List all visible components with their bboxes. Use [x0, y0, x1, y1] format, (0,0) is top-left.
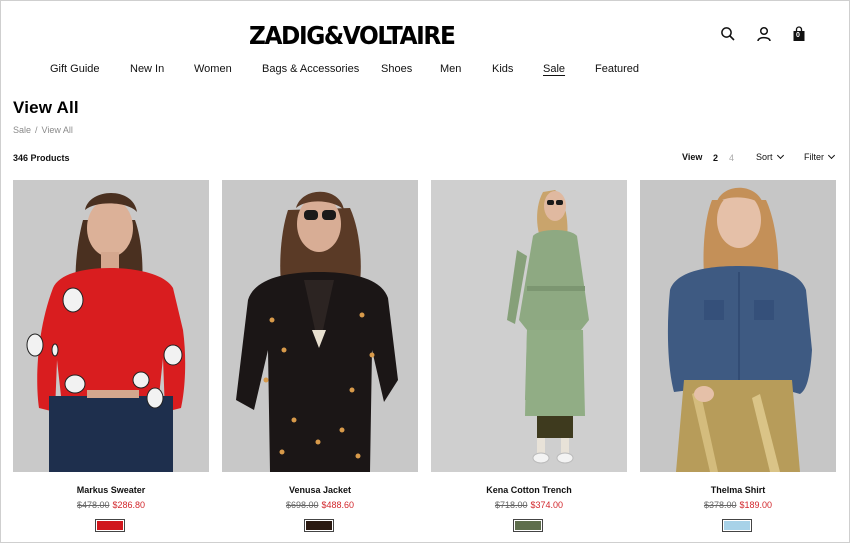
- chevron-down-icon: [827, 151, 836, 160]
- breadcrumb-sale[interactable]: Sale: [13, 125, 31, 135]
- nav-women[interactable]: Women: [194, 63, 232, 75]
- product-price: $378.00 $189.00: [640, 500, 836, 510]
- sale-price: $488.60: [321, 500, 355, 510]
- main-nav: Gift Guide New In Women Bags & Accessori…: [0, 63, 850, 79]
- product-card[interactable]: Venusa Jacket $698.00 $488.60: [222, 180, 418, 532]
- product-name[interactable]: Venusa Jacket: [222, 485, 418, 495]
- search-icon[interactable]: [720, 26, 736, 42]
- original-price: $478.00: [76, 500, 110, 510]
- product-name[interactable]: Kena Cotton Trench: [431, 485, 627, 495]
- nav-bags-accessories[interactable]: Bags & Accessories: [262, 63, 359, 75]
- color-swatch[interactable]: [304, 519, 334, 532]
- sale-price: $286.80: [112, 500, 146, 510]
- nav-men[interactable]: Men: [440, 63, 461, 75]
- cart-icon[interactable]: 0: [791, 26, 807, 42]
- nav-new-in[interactable]: New In: [130, 63, 164, 75]
- nav-featured[interactable]: Featured: [595, 63, 639, 75]
- nav-gift-guide[interactable]: Gift Guide: [50, 63, 100, 75]
- breadcrumb-separator: /: [35, 125, 38, 135]
- original-price: $378.00: [703, 500, 737, 510]
- product-price: $478.00 $286.80: [13, 500, 209, 510]
- swatch-fill: [515, 521, 541, 530]
- filter-dropdown[interactable]: Filter: [804, 151, 836, 162]
- account-icon[interactable]: [756, 26, 772, 42]
- color-swatch[interactable]: [513, 519, 543, 532]
- product-card[interactable]: Kena Cotton Trench $718.00 $374.00: [431, 180, 627, 532]
- product-card[interactable]: Thelma Shirt $378.00 $189.00: [640, 180, 836, 532]
- sale-price: $374.00: [530, 500, 564, 510]
- nav-kids[interactable]: Kids: [492, 63, 513, 75]
- nav-shoes[interactable]: Shoes: [381, 63, 412, 75]
- nav-sale[interactable]: Sale: [543, 63, 565, 75]
- breadcrumb-view-all[interactable]: View All: [42, 125, 73, 135]
- cart-count: 0: [796, 32, 800, 39]
- swatch-fill: [97, 521, 123, 530]
- product-image[interactable]: [222, 180, 418, 472]
- product-name[interactable]: Thelma Shirt: [640, 485, 836, 495]
- sale-price: $189.00: [739, 500, 773, 510]
- product-image[interactable]: [431, 180, 627, 472]
- sort-dropdown[interactable]: Sort: [756, 151, 784, 162]
- product-price: $718.00 $374.00: [431, 500, 627, 510]
- color-swatch[interactable]: [95, 519, 125, 532]
- view-label: View: [682, 152, 703, 162]
- product-image[interactable]: [640, 180, 836, 472]
- chevron-down-icon: [776, 151, 784, 160]
- original-price: $698.00: [285, 500, 319, 510]
- swatch-fill: [724, 521, 750, 530]
- brand-logo[interactable]: ZADIG&VOLTAIRE: [249, 20, 456, 52]
- filter-label: Filter: [804, 152, 824, 162]
- product-image[interactable]: [13, 180, 209, 472]
- breadcrumb: Sale / View All: [13, 125, 73, 135]
- color-swatch[interactable]: [722, 519, 752, 532]
- product-count: 346 Products: [13, 153, 70, 163]
- product-card[interactable]: Markus Sweater $478.00 $286.80: [13, 180, 209, 532]
- swatch-fill: [306, 521, 332, 530]
- view-option-4[interactable]: 4: [729, 153, 734, 163]
- page-title: View All: [13, 98, 79, 117]
- original-price: $718.00: [494, 500, 528, 510]
- sort-label: Sort: [756, 152, 773, 162]
- view-option-2[interactable]: 2: [713, 153, 718, 163]
- product-name[interactable]: Markus Sweater: [13, 485, 209, 495]
- product-price: $698.00 $488.60: [222, 500, 418, 510]
